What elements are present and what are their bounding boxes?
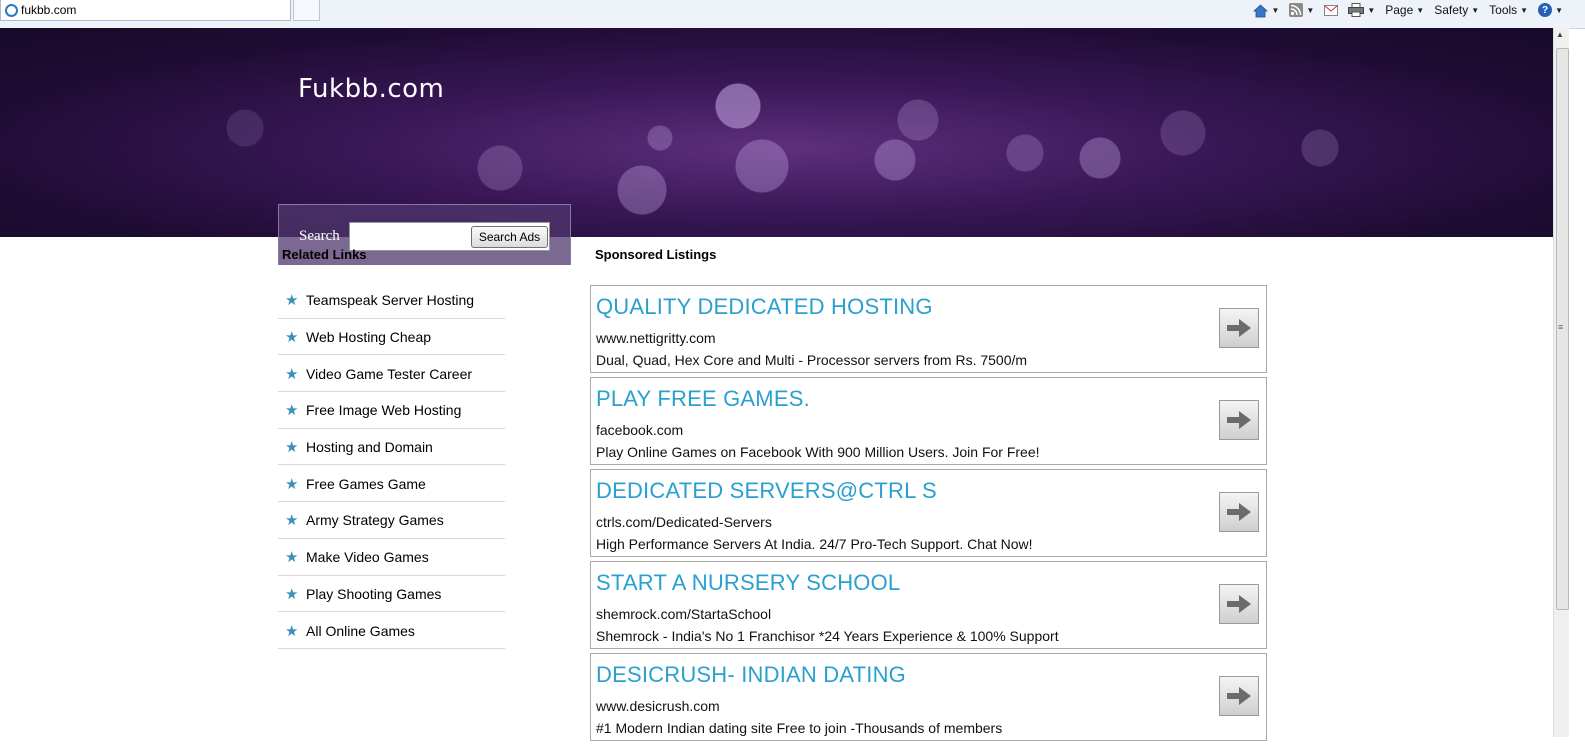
star-icon: ★ bbox=[285, 475, 299, 493]
ad-title-link[interactable]: QUALITY DEDICATED HOSTING bbox=[596, 294, 933, 320]
ad-go-button[interactable] bbox=[1219, 676, 1259, 716]
list-item[interactable]: ★ Play Shooting Games bbox=[278, 576, 505, 613]
command-bar: ▼ ▼ ▼ Page ▼ Safety ▼ Tools ▼ ? ▼ bbox=[1243, 0, 1563, 20]
chevron-down-icon: ▼ bbox=[1555, 5, 1563, 15]
ad-go-button[interactable] bbox=[1219, 492, 1259, 532]
ad-go-button[interactable] bbox=[1219, 400, 1259, 440]
ad-listing[interactable]: PLAY FREE GAMES. facebook.com Play Onlin… bbox=[590, 377, 1267, 465]
star-icon: ★ bbox=[285, 585, 299, 603]
mail-icon bbox=[1324, 4, 1339, 16]
ie-icon bbox=[5, 3, 18, 17]
chevron-down-icon: ▼ bbox=[1520, 5, 1529, 15]
ad-url[interactable]: ctrls.com/Dedicated-Servers bbox=[596, 514, 772, 530]
ad-description: Play Online Games on Facebook With 900 M… bbox=[596, 444, 1040, 460]
browser-tab[interactable]: fukbb.com bbox=[0, 0, 291, 21]
related-link[interactable]: Hosting and Domain bbox=[306, 439, 433, 455]
star-icon: ★ bbox=[285, 402, 299, 420]
ad-description: #1 Modern Indian dating site Free to joi… bbox=[596, 720, 1003, 736]
ad-title-link[interactable]: DEDICATED SERVERS@CTRL S bbox=[596, 478, 937, 504]
page-menu-label: Page bbox=[1385, 3, 1414, 17]
scroll-up-icon[interactable]: ▲ bbox=[1556, 30, 1564, 39]
star-icon: ★ bbox=[285, 365, 299, 383]
mail-button[interactable] bbox=[1324, 4, 1339, 16]
related-link[interactable]: Army Strategy Games bbox=[306, 512, 444, 528]
ad-listing[interactable]: DESICRUSH- INDIAN DATING www.desicrush.c… bbox=[590, 653, 1267, 741]
list-item[interactable]: ★ Army Strategy Games bbox=[278, 502, 505, 539]
list-item[interactable]: ★ Make Video Games bbox=[278, 539, 505, 576]
star-icon: ★ bbox=[285, 549, 299, 567]
ad-title-link[interactable]: DESICRUSH- INDIAN DATING bbox=[596, 662, 906, 688]
help-menu[interactable]: ? ▼ bbox=[1538, 3, 1563, 17]
list-item[interactable]: ★ Teamspeak Server Hosting bbox=[278, 282, 505, 319]
related-links-list: ★ Teamspeak Server Hosting ★ Web Hosting C… bbox=[278, 282, 505, 649]
ad-url[interactable]: shemrock.com/StartaSchool bbox=[596, 606, 771, 622]
help-icon: ? bbox=[1538, 3, 1553, 17]
list-item[interactable]: ★ Free Games Game bbox=[278, 465, 505, 503]
ad-listing[interactable]: DEDICATED SERVERS@CTRL S ctrls.com/Dedic… bbox=[590, 469, 1267, 557]
chevron-down-icon[interactable]: ▼ bbox=[1367, 6, 1375, 15]
tools-menu[interactable]: Tools ▼ bbox=[1489, 3, 1528, 17]
star-icon: ★ bbox=[285, 329, 299, 347]
related-link[interactable]: Video Game Tester Career bbox=[306, 366, 472, 382]
printer-icon bbox=[1348, 3, 1365, 17]
search-ads-button[interactable]: Search Ads bbox=[471, 226, 548, 248]
ad-url[interactable]: www.nettigritty.com bbox=[596, 330, 716, 346]
related-links-heading: Related Links bbox=[282, 247, 367, 262]
search-label: Search bbox=[299, 228, 340, 244]
related-link[interactable]: Play Shooting Games bbox=[306, 586, 441, 602]
home-icon bbox=[1253, 3, 1269, 17]
ad-description: Shemrock - India's No 1 Franchisor *24 Y… bbox=[596, 628, 1059, 644]
ad-go-button[interactable] bbox=[1219, 308, 1259, 348]
list-item[interactable]: ★ All Online Games bbox=[278, 612, 505, 649]
safety-menu-label: Safety bbox=[1434, 3, 1469, 17]
sponsored-listings: QUALITY DEDICATED HOSTING www.nettigritt… bbox=[590, 285, 1267, 745]
ad-description: High Performance Servers At India. 24/7 … bbox=[596, 536, 1033, 552]
tab-title: fukbb.com bbox=[21, 3, 77, 17]
chevron-down-icon: ▼ bbox=[1416, 5, 1425, 15]
chevron-down-icon[interactable]: ▼ bbox=[1271, 6, 1279, 15]
related-link[interactable]: All Online Games bbox=[306, 623, 415, 639]
page-menu[interactable]: Page ▼ bbox=[1385, 3, 1424, 17]
star-icon: ★ bbox=[285, 622, 299, 640]
sponsored-listings-heading: Sponsored Listings bbox=[595, 247, 717, 262]
site-title[interactable]: Fukbb.com bbox=[298, 74, 444, 104]
list-item[interactable]: ★ Video Game Tester Career bbox=[278, 355, 505, 393]
print-button[interactable]: ▼ bbox=[1348, 3, 1375, 17]
ad-listing[interactable]: QUALITY DEDICATED HOSTING www.nettigritt… bbox=[590, 285, 1267, 373]
related-link[interactable]: Web Hosting Cheap bbox=[306, 329, 431, 345]
list-item[interactable]: ★ Web Hosting Cheap bbox=[278, 319, 505, 356]
star-icon: ★ bbox=[285, 439, 299, 457]
list-item[interactable]: ★ Free Image Web Hosting bbox=[278, 392, 505, 429]
related-link[interactable]: Free Games Game bbox=[306, 476, 426, 492]
home-button[interactable]: ▼ bbox=[1253, 3, 1279, 18]
tools-menu-label: Tools bbox=[1489, 3, 1518, 17]
related-link[interactable]: Make Video Games bbox=[306, 549, 429, 565]
chevron-down-icon[interactable]: ▼ bbox=[1306, 6, 1314, 15]
arrow-right-icon bbox=[1227, 595, 1251, 613]
list-item[interactable]: ★ Hosting and Domain bbox=[278, 429, 505, 466]
ad-description: Dual, Quad, Hex Core and Multi - Process… bbox=[596, 352, 1028, 368]
safety-menu[interactable]: Safety ▼ bbox=[1434, 3, 1479, 17]
ad-go-button[interactable] bbox=[1219, 584, 1259, 624]
related-link[interactable]: Teamspeak Server Hosting bbox=[306, 292, 474, 308]
arrow-right-icon bbox=[1227, 503, 1251, 521]
related-link[interactable]: Free Image Web Hosting bbox=[306, 402, 461, 418]
star-icon: ★ bbox=[285, 292, 299, 310]
chevron-down-icon: ▼ bbox=[1471, 5, 1480, 15]
browser-chrome: fukbb.com ▼ ▼ ▼ Page ▼ Safety ▼ Tools ▼ bbox=[0, 0, 1585, 29]
ad-url[interactable]: facebook.com bbox=[596, 422, 683, 438]
arrow-right-icon bbox=[1227, 411, 1251, 429]
feeds-button[interactable]: ▼ bbox=[1289, 3, 1314, 17]
scroll-grip-icon: ≡ bbox=[1558, 322, 1564, 332]
star-icon: ★ bbox=[285, 512, 299, 530]
ad-url[interactable]: www.desicrush.com bbox=[596, 698, 720, 714]
ad-title-link[interactable]: PLAY FREE GAMES. bbox=[596, 386, 810, 412]
arrow-right-icon bbox=[1227, 319, 1251, 337]
rss-icon bbox=[1289, 3, 1304, 17]
site-header: Fukbb.com Search Search Ads bbox=[0, 28, 1553, 265]
new-tab-button[interactable] bbox=[293, 0, 320, 21]
ad-listing[interactable]: START A NURSERY SCHOOL shemrock.com/Star… bbox=[590, 561, 1267, 649]
arrow-right-icon bbox=[1227, 687, 1251, 705]
ad-title-link[interactable]: START A NURSERY SCHOOL bbox=[596, 570, 900, 596]
